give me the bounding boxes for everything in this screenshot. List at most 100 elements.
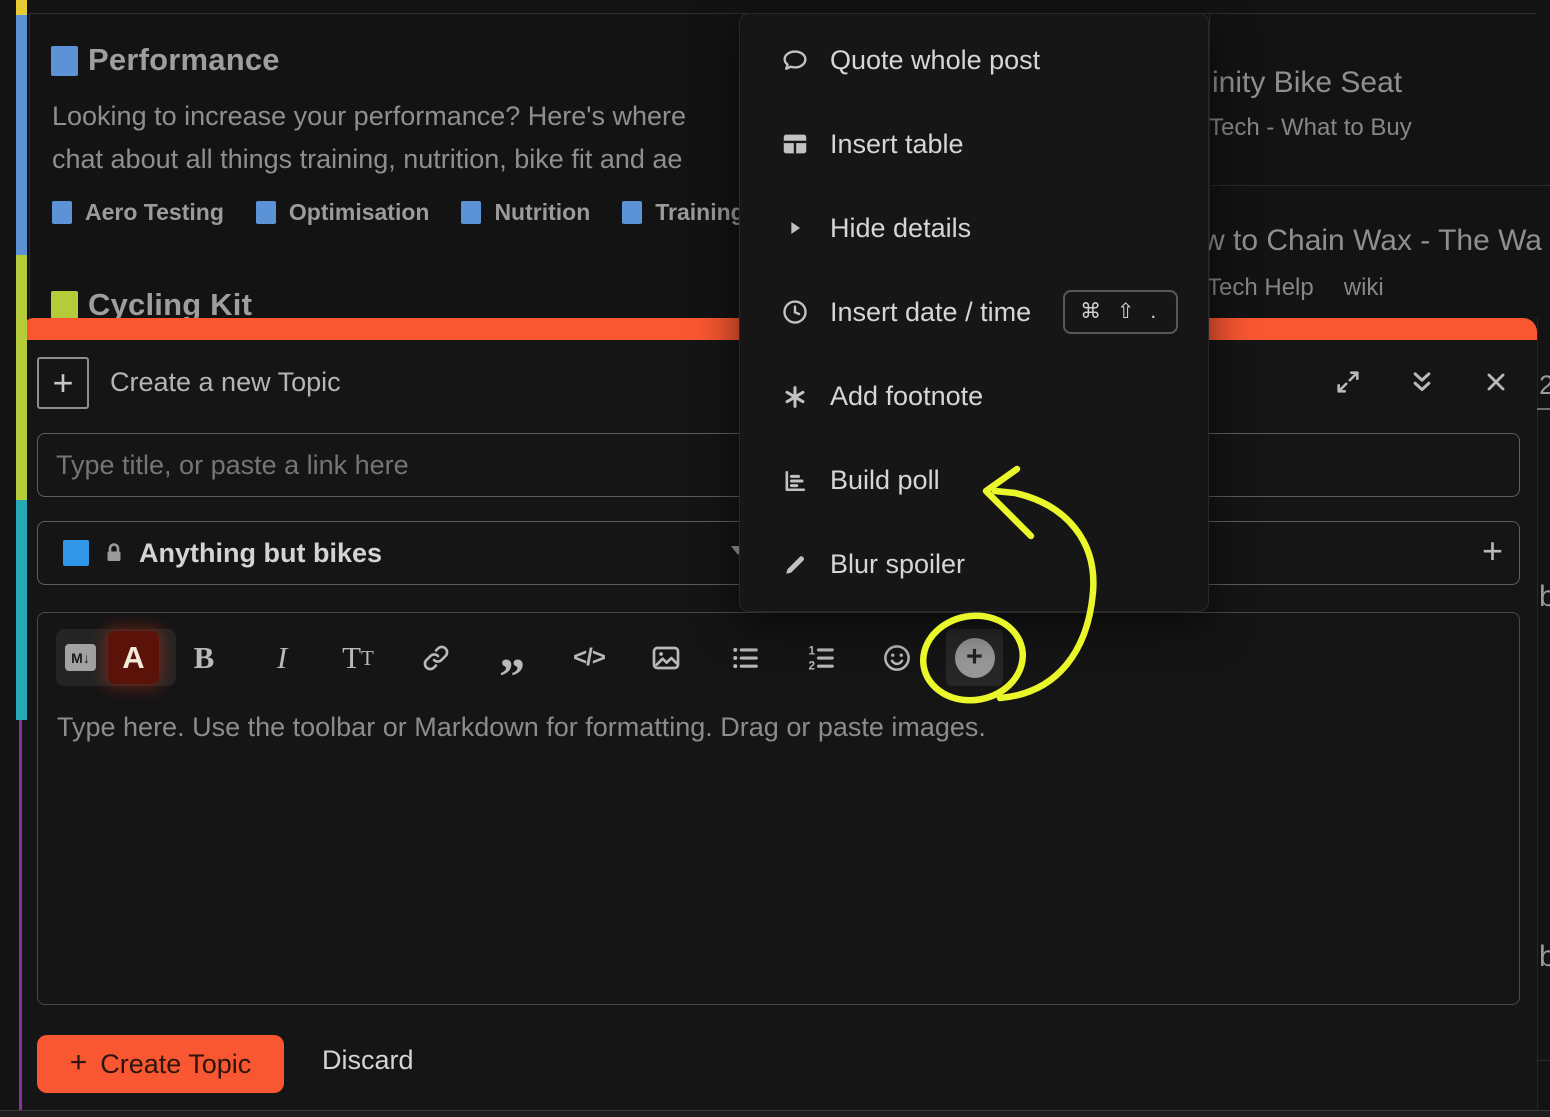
topic-category[interactable]: Tech - What to Buy [1209,114,1412,142]
menu-item-blur-spoiler[interactable]: Blur spoiler [740,523,1208,607]
menu-item-label: Blur spoiler [830,549,965,580]
caret-right-icon [778,216,812,240]
topic-list-column: inity Bike Seat Tech - What to Buy w to … [1209,0,1550,318]
topic-title[interactable]: w to Chain Wax - The Wa [1209,224,1542,258]
performance-description-line2: chat about all things training, nutritio… [52,144,682,175]
markdown-mode-icon[interactable]: M↓ [65,644,96,671]
topic-tag[interactable]: wiki [1344,274,1384,302]
edge-divider [1537,1060,1550,1061]
subcategory-square [461,201,481,224]
subcategory-nutrition[interactable]: Nutrition [461,199,590,226]
clock-icon [778,297,812,327]
subcategory-optimisation[interactable]: Optimisation [256,199,430,226]
selected-category-square [63,540,89,566]
fragment-underline [1537,408,1550,410]
menu-item-insert-table[interactable]: Insert table [740,102,1208,186]
fullscreen-icon[interactable] [1332,366,1364,398]
editor-placeholder: Type here. Use the toolbar or Markdown f… [57,712,986,743]
numbered-list-icon[interactable]: 12 [798,634,844,682]
selected-category-label: Anything but bikes [139,538,382,569]
bullet-list-icon[interactable] [722,634,768,682]
stripe-purple [19,720,22,1117]
asterisk-icon [778,383,812,411]
topic-divider [1211,185,1550,186]
plus-glyph: + [70,1046,88,1080]
composer-header-title: Create a new Topic [110,367,341,398]
screen: Performance Looking to increase your per… [0,0,1550,1117]
plus-circle-icon: + [955,638,995,678]
link-icon[interactable] [413,634,459,682]
category-select[interactable]: Anything but bikes [37,521,770,585]
menu-item-label: Quote whole post [830,45,1040,76]
performance-description-line1: Looking to increase your performance? He… [52,101,686,132]
keyboard-shortcut-badge: ⌘ ⇧ . [1063,290,1178,334]
stripe-teal [16,500,27,720]
create-topic-label: Create Topic [100,1049,251,1080]
menu-item-label: Insert table [830,129,964,160]
text-size-icon[interactable]: TT [335,634,381,682]
menu-item-label: Add footnote [830,381,983,412]
code-icon[interactable]: </> [566,634,612,682]
editor-mode-toggle[interactable]: M↓ A [56,629,176,686]
subcategory-square [256,201,276,224]
add-tag-icon[interactable]: + [1482,530,1503,572]
pencil-icon [778,551,812,579]
create-topic-button[interactable]: + Create Topic [37,1035,284,1093]
topic-title[interactable]: inity Bike Seat [1212,66,1402,100]
menu-item-hide-details[interactable]: Hide details [740,186,1208,270]
stripe-yellow [16,0,27,15]
topic-category-label: Tech - What to Buy [1209,114,1412,142]
stripe-lime [16,255,27,500]
performance-category-square [51,46,78,76]
subcategory-label: Aero Testing [85,199,224,226]
subcategory-label: Training [655,199,744,226]
minimize-chevrons-icon[interactable] [1406,366,1438,398]
bold-icon[interactable]: B [181,634,227,682]
svg-text:2: 2 [809,658,816,672]
svg-text:1: 1 [809,643,816,657]
speech-bubble-icon [778,45,812,75]
menu-item-quote-whole-post[interactable]: Quote whole post [740,18,1208,102]
cycling-kit-category-square [51,291,78,321]
stripe-blue [16,15,27,255]
subcategory-square [622,201,642,224]
new-topic-icon: + [37,357,89,409]
subcategory-label: Nutrition [494,199,590,226]
menu-item-label: Insert date / time [830,297,1031,328]
image-icon[interactable] [643,634,689,682]
close-icon[interactable] [1480,366,1512,398]
left-box-border [29,13,30,318]
poll-icon [778,467,812,495]
topic-category[interactable]: Tech Help wiki [1209,274,1384,302]
text-size-big: T [342,640,361,676]
subcategory-aero-testing[interactable]: Aero Testing [52,199,224,226]
subcategory-square [52,201,72,224]
performance-subcategories: Aero Testing Optimisation Nutrition Trai… [52,199,745,226]
clipped-text-fragment: 2 [1539,370,1550,401]
menu-item-build-poll[interactable]: Build poll [740,439,1208,523]
page-bottom-edge [0,1111,1550,1117]
insert-more-button[interactable]: + [946,629,1003,686]
insert-options-menu: Quote whole post Insert table Hide detai… [739,13,1209,612]
emoji-icon[interactable] [874,634,920,682]
menu-item-label: Build poll [830,465,940,496]
performance-category-title[interactable]: Performance [88,42,280,78]
rich-text-mode-icon[interactable]: A [108,631,159,684]
blockquote-icon[interactable]: ” [489,634,535,702]
menu-item-label: Hide details [830,213,971,244]
right-edge-strip: 2 b b [1537,318,1550,1117]
edge-border [1537,318,1538,1117]
discard-button[interactable]: Discard [322,1045,414,1076]
editor[interactable]: M↓ A B I TT ” </> 12 + [37,612,1520,1005]
clipped-text-fragment: b [1539,940,1550,974]
topic-category-label: Tech Help [1209,274,1314,302]
text-size-small: T [361,646,374,671]
clipped-text-fragment: b [1539,580,1550,614]
menu-item-add-footnote[interactable]: Add footnote [740,355,1208,439]
lock-icon [102,540,126,566]
table-icon [778,129,812,159]
subcategory-label: Optimisation [289,199,430,226]
menu-item-insert-date-time[interactable]: Insert date / time ⌘ ⇧ . [740,270,1208,354]
subcategory-training[interactable]: Training [622,199,744,226]
italic-icon[interactable]: I [259,634,305,682]
